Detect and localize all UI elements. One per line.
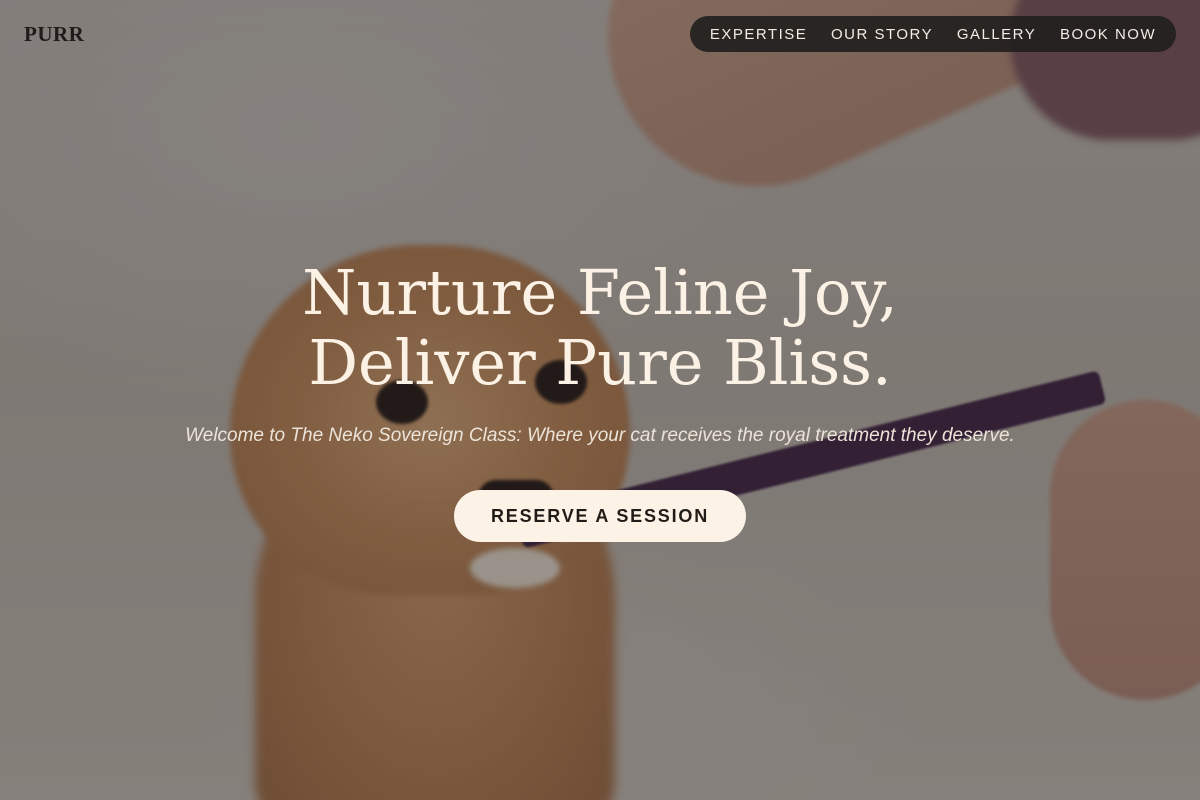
hero-section: Nurture Feline Joy, Deliver Pure Bliss. … <box>0 258 1200 542</box>
nav-item-our-story[interactable]: OUR STORY <box>831 26 933 43</box>
hero-title-line-1: Nurture Feline Joy, <box>302 256 898 329</box>
reserve-session-button[interactable]: RESERVE A SESSION <box>454 490 746 542</box>
nav-item-expertise[interactable]: EXPERTISE <box>710 26 807 43</box>
site-logo[interactable]: PURR <box>24 22 84 47</box>
nav-item-book-now[interactable]: BOOK NOW <box>1060 26 1156 43</box>
hero-subtitle: Welcome to The Neko Sovereign Class: Whe… <box>185 425 1015 446</box>
main-nav: EXPERTISE OUR STORY GALLERY BOOK NOW <box>690 16 1176 52</box>
nav-item-gallery[interactable]: GALLERY <box>957 26 1036 43</box>
hero-title-line-2: Deliver Pure Bliss. <box>308 326 892 399</box>
hero-title: Nurture Feline Joy, Deliver Pure Bliss. <box>0 258 1200 398</box>
